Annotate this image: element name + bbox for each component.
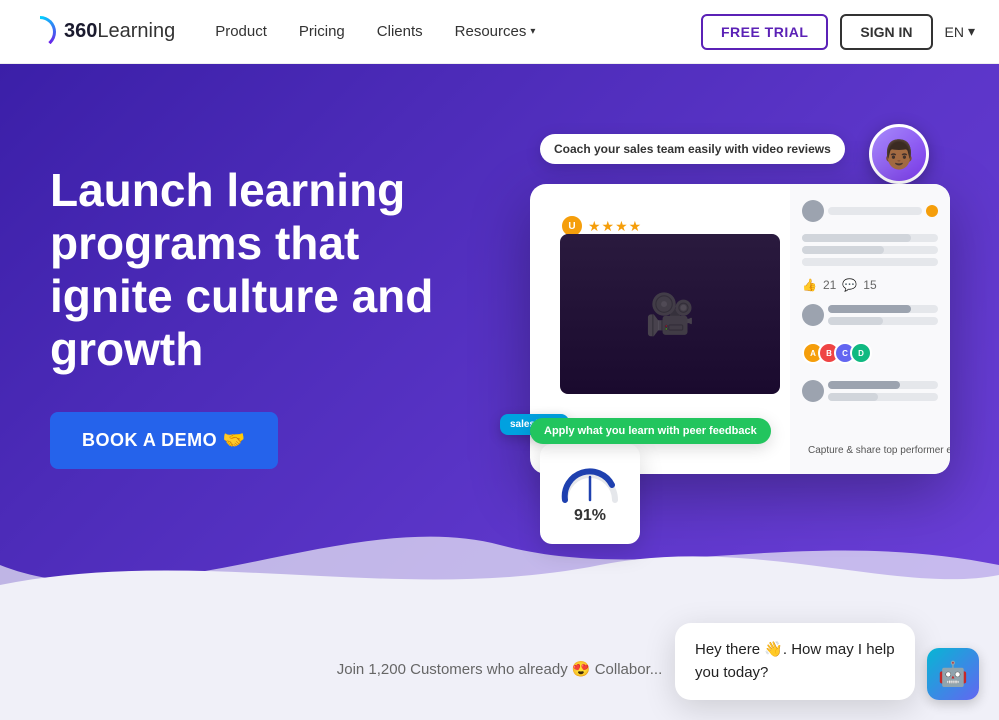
hero-title: Launch learning programs that ignite cul… — [50, 164, 490, 376]
nav-links: Product Pricing Clients Resources ▾ — [215, 19, 535, 44]
navbar-left: 360Learning Product Pricing Clients Reso… — [24, 16, 535, 48]
hero-mockup: 👨🏾 Coach your sales team easily with vid… — [490, 134, 949, 554]
sign-in-button[interactable]: SIGN IN — [840, 14, 932, 50]
progress-bars-2 — [802, 304, 938, 326]
right-panel: 👍 21 💬 15 — [790, 184, 950, 474]
logo-icon — [24, 16, 56, 48]
nav-product[interactable]: Product — [215, 19, 267, 44]
chat-bubble: Hey there 👋. How may I help you today? — [675, 623, 915, 700]
navbar: 360Learning Product Pricing Clients Reso… — [0, 0, 999, 64]
avatar-float-top: 👨🏾 — [869, 124, 929, 184]
avatar-small-2 — [802, 304, 824, 326]
nav-resources[interactable]: Resources ▾ — [455, 19, 536, 44]
logo[interactable]: 360Learning — [24, 16, 175, 48]
logo-text: 360Learning — [64, 20, 175, 43]
book-demo-button[interactable]: BOOK A DEMO 🤝 — [50, 412, 278, 469]
hero-section: Launch learning programs that ignite cul… — [0, 64, 999, 624]
chevron-down-icon: ▾ — [530, 26, 535, 37]
navbar-right: FREE TRIAL SIGN IN EN ▾ — [701, 14, 975, 50]
nav-pricing[interactable]: Pricing — [299, 19, 345, 44]
chat-widget[interactable]: Hey there 👋. How may I help you today? 🤖 — [675, 623, 979, 700]
avatar-small-3 — [802, 380, 824, 402]
bot-icon: 🤖 — [938, 660, 968, 689]
bubble-bottom: Apply what you learn with peer feedback — [530, 418, 771, 444]
gauge-value: 91% — [574, 507, 606, 525]
gauge-card: 91% — [540, 444, 640, 544]
bubble-top: Coach your sales team easily with video … — [540, 134, 845, 164]
language-selector[interactable]: EN ▾ — [945, 23, 975, 40]
like-bar: 👍 21 💬 15 — [802, 278, 938, 292]
hero-content: Launch learning programs that ignite cul… — [0, 64, 999, 614]
nav-clients[interactable]: Clients — [377, 19, 423, 44]
avatar-panel — [802, 200, 824, 222]
chevron-down-icon: ▾ — [968, 23, 975, 40]
free-trial-button[interactable]: FREE TRIAL — [701, 14, 828, 50]
chat-bot-icon[interactable]: 🤖 — [927, 648, 979, 700]
hero-left: Launch learning programs that ignite cul… — [50, 144, 490, 469]
progress-bars-3 — [802, 380, 938, 402]
gauge-chart — [560, 463, 620, 503]
skeleton-line — [828, 207, 922, 215]
video-thumbnail: 🎥 — [560, 234, 780, 394]
comment-icon: 💬 — [842, 278, 857, 292]
avatar-4: D — [850, 342, 872, 364]
dot — [926, 205, 938, 217]
like-icon: 👍 — [802, 278, 817, 292]
avatar-group-row: A B C D — [802, 342, 938, 364]
capture-badge: Capture & share top performer expertise — [800, 439, 950, 462]
progress-bars — [802, 234, 938, 266]
